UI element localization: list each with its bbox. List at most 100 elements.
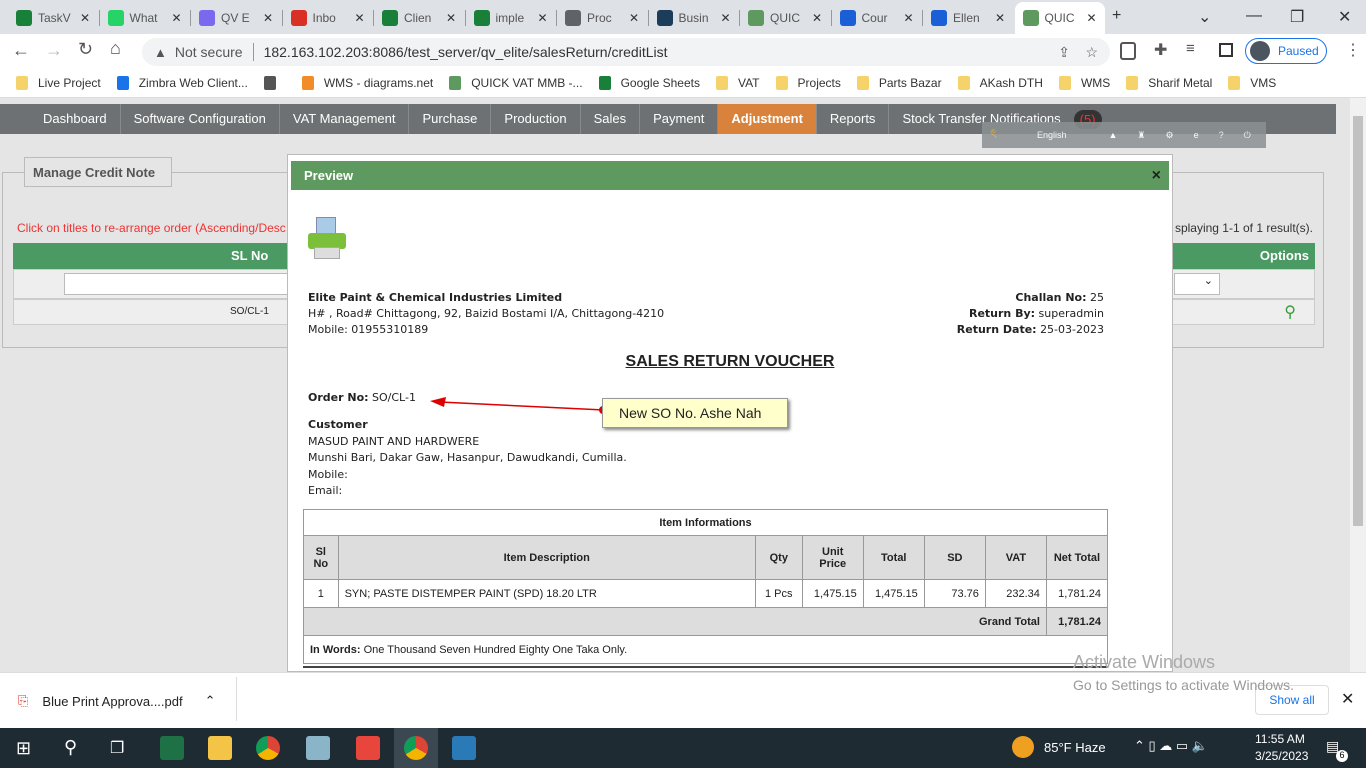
app-icon[interactable]	[306, 736, 330, 760]
tools-icon[interactable]: ♜	[1137, 130, 1145, 141]
bookmark-item[interactable]: Projects	[775, 75, 841, 90]
new-tab-icon[interactable]: +	[1112, 7, 1121, 25]
chrome-active[interactable]	[394, 728, 438, 768]
browser-tab[interactable]: imple ✕	[466, 6, 556, 30]
browser-tab[interactable]: Inbo ✕	[283, 6, 373, 30]
bookmark-item[interactable]: WMS - diagrams.net	[301, 75, 433, 90]
settings-icon[interactable]: ⚙	[1165, 130, 1173, 141]
excel-icon[interactable]	[160, 736, 184, 760]
browser-tab[interactable]: Clien ✕	[374, 6, 464, 30]
close-icon[interactable]: ×	[1152, 161, 1161, 190]
sidepanel-icon[interactable]	[1219, 43, 1233, 57]
close-tab-icon[interactable]: ✕	[354, 11, 364, 25]
puzzle-icon[interactable]: ✚	[1154, 40, 1167, 60]
nav-item-adjustment[interactable]: Adjustment	[718, 104, 817, 134]
weather-text[interactable]: 85°F Haze	[1044, 740, 1106, 755]
bookmark-item[interactable]: Sharif Metal	[1126, 75, 1212, 90]
bookmark-item[interactable]: Zimbra Web Client...	[116, 75, 248, 90]
nav-item-purchase[interactable]: Purchase	[409, 104, 492, 134]
close-tab-icon[interactable]: ✕	[720, 11, 730, 25]
bookmark-item[interactable]: WMS	[1058, 75, 1110, 90]
close-tab-icon[interactable]: ✕	[995, 11, 1005, 25]
bookmark-item[interactable]: Google Sheets	[598, 75, 700, 90]
close-icon[interactable]: ✕	[1341, 689, 1354, 709]
close-tab-icon[interactable]: ✕	[903, 11, 913, 25]
return-date: Return Date: 25-03-2023	[956, 323, 1104, 336]
nav-item-production[interactable]: Production	[491, 104, 581, 134]
nav-item-vat-management[interactable]: VAT Management	[280, 104, 410, 134]
sl-filter-input[interactable]	[64, 273, 294, 295]
close-tab-icon[interactable]: ✕	[812, 11, 822, 25]
bookmark-item[interactable]: QUICK VAT MMB -...	[449, 75, 583, 90]
browser-tab[interactable]: Cour ✕	[832, 6, 922, 30]
browser-icon[interactable]: e	[1194, 130, 1199, 140]
nav-item-software-configuration[interactable]: Software Configuration	[121, 104, 280, 134]
file-explorer-icon[interactable]	[208, 736, 232, 760]
skype-icon[interactable]	[452, 736, 476, 760]
close-tab-icon[interactable]: ✕	[80, 11, 90, 25]
url-text[interactable]: 182.163.102.203:8086/test_server/qv_elit…	[264, 44, 668, 60]
browser-tab[interactable]: Busin ✕	[649, 6, 739, 30]
filter-select[interactable]: ⌄	[1174, 273, 1220, 295]
browser-tab[interactable]: QUIC ✕	[1014, 2, 1105, 34]
power-icon[interactable]: ⏻	[1244, 130, 1251, 141]
menu-icon[interactable]: ⋮	[1345, 40, 1361, 60]
not-secure-label[interactable]: Not secure	[175, 44, 243, 60]
close-tab-icon[interactable]: ✕	[537, 11, 547, 25]
bookmark-item[interactable]	[263, 75, 286, 90]
nav-item-reports[interactable]: Reports	[817, 104, 890, 134]
omnibox[interactable]: ▲ Not secure 182.163.102.203:8086/test_s…	[142, 38, 1110, 66]
browser-tab[interactable]: What ✕	[100, 6, 190, 30]
user-icon[interactable]: ▲	[1108, 130, 1117, 140]
bookmark-star-icon[interactable]: ☆	[1085, 44, 1098, 61]
clock-date[interactable]: 3/25/2023	[1255, 749, 1308, 763]
task-view-icon[interactable]: ❐	[110, 738, 124, 758]
bookmark-item[interactable]: VMS	[1228, 75, 1276, 90]
bookmark-item[interactable]: VAT	[715, 75, 760, 90]
anydesk-icon[interactable]	[356, 736, 380, 760]
bookmark-item[interactable]: Parts Bazar	[856, 75, 942, 90]
nav-item-dashboard[interactable]: Dashboard	[30, 104, 121, 134]
download-item[interactable]: ⎘ Blue Print Approva....pdf ⌃	[18, 693, 216, 709]
share-icon[interactable]: ⇪	[1058, 44, 1070, 61]
close-window-icon[interactable]: ✕	[1338, 7, 1351, 27]
close-tab-icon[interactable]: ✕	[446, 11, 456, 25]
windows-start-icon[interactable]: ⊞	[16, 738, 31, 759]
media-icon[interactable]: ≡	[1186, 40, 1195, 57]
search-icon[interactable]: ⚲	[1284, 302, 1296, 322]
chevron-up-icon[interactable]: ⌃	[205, 693, 216, 709]
forward-icon[interactable]: →	[45, 40, 63, 61]
clock-time[interactable]: 11:55 AM	[1255, 732, 1305, 746]
reload-icon[interactable]: ↻	[78, 39, 93, 60]
scrollbar[interactable]	[1350, 98, 1366, 672]
nav-item-payment[interactable]: Payment	[640, 104, 719, 134]
search-icon[interactable]: ⚲	[64, 737, 77, 758]
extension-icon[interactable]	[1120, 42, 1136, 60]
browser-tab[interactable]: TaskV ✕	[8, 6, 98, 30]
printer-icon[interactable]	[306, 217, 348, 261]
bookmark-item[interactable]: AKash DTH	[957, 75, 1043, 90]
bookmark-item[interactable]: Live Project	[16, 75, 101, 90]
chrome-icon[interactable]	[256, 736, 280, 760]
language-select[interactable]: English	[1037, 130, 1067, 140]
restore-icon[interactable]: ❐	[1290, 7, 1304, 27]
browser-tab[interactable]: Proc ✕	[557, 6, 647, 30]
tab-search-icon[interactable]: ⌄	[1198, 7, 1211, 27]
help-icon[interactable]: ?	[1219, 130, 1224, 140]
minimize-icon[interactable]: —	[1246, 7, 1262, 25]
tray-icons[interactable]: ⌃ ▯ ☁ ▭ 🔈	[1134, 738, 1208, 754]
close-tab-icon[interactable]: ✕	[629, 11, 639, 25]
close-tab-icon[interactable]: ✕	[263, 11, 273, 25]
browser-tab[interactable]: Ellen ✕	[923, 6, 1013, 30]
nav-item-sales[interactable]: Sales	[581, 104, 641, 134]
close-tab-icon[interactable]: ✕	[1086, 11, 1096, 25]
back-icon[interactable]: ←	[12, 40, 30, 61]
close-tab-icon[interactable]: ✕	[171, 11, 181, 25]
tab-label: QUIC	[1044, 11, 1075, 25]
browser-tab[interactable]: QUIC ✕	[740, 6, 830, 30]
browser-tab[interactable]: QV E ✕	[191, 6, 281, 30]
home-icon[interactable]: ⌂	[110, 38, 121, 59]
col-sl-no[interactable]: SL No	[231, 248, 268, 263]
profile-button[interactable]: Paused	[1245, 38, 1327, 64]
show-all-button[interactable]: Show all	[1255, 685, 1329, 715]
